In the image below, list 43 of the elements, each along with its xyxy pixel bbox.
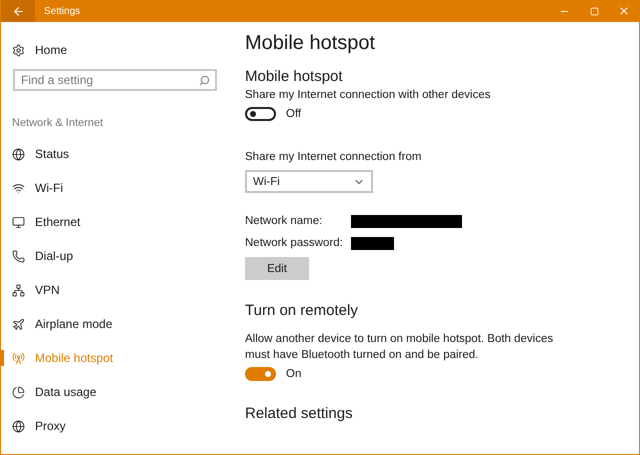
network-icon: [12, 284, 25, 296]
sidebar-item[interactable]: Data usage: [1, 375, 241, 409]
dropdown-label: Share my Internet connection from: [245, 150, 422, 165]
description-text: Share my Internet connection with other devices: [245, 88, 490, 103]
sidebar-item[interactable]: Airplane mode: [1, 307, 241, 341]
airplane-icon: [12, 318, 25, 330]
search-field[interactable]: Find a setting: [13, 69, 217, 91]
sidebar-item[interactable]: Dial-up: [1, 239, 241, 273]
pie-chart-icon: [12, 386, 25, 398]
back-arrow-icon: [12, 4, 24, 18]
radio-tower-icon: [12, 352, 25, 364]
toggle-label: Off: [286, 108, 302, 120]
monitor-icon: [12, 216, 25, 228]
toggle-switch[interactable]: [245, 107, 276, 121]
sidebar-item[interactable]: Wi-Fi: [1, 171, 241, 205]
field-label: Network password:: [245, 236, 344, 251]
toggle-label: On: [286, 368, 302, 380]
connection-dropdown[interactable]: Wi-Fi: [245, 170, 373, 193]
toggle-switch[interactable]: [245, 367, 276, 381]
section-heading: Mobile hotspot: [245, 68, 343, 85]
section-heading: Turn on remotely: [245, 302, 358, 319]
section-label: Network & Internet: [11, 116, 104, 131]
globe-icon: [12, 420, 25, 432]
sidebar-item[interactable]: Proxy: [1, 409, 241, 443]
redaction-bar: [351, 236, 394, 250]
maximize-icon: [590, 6, 598, 16]
search-icon: [199, 75, 210, 86]
back-button[interactable]: [1, 0, 35, 22]
field-label: Network name:: [245, 214, 324, 229]
settings-icon: [12, 44, 25, 56]
wifi-icon: [12, 182, 25, 194]
page-title: Mobile hotspot: [245, 32, 376, 55]
description-text: Allow another device to turn on mobile hotspot. Both devices must have Bluetooth turned on and be paired.: [245, 332, 554, 363]
sidebar-item[interactable]: Status: [1, 137, 241, 171]
edit-button[interactable]: Edit: [245, 257, 309, 280]
home-nav-item[interactable]: Home: [1, 36, 241, 64]
section-heading: Related settings: [245, 405, 353, 422]
globe-icon: [12, 148, 25, 160]
window-title: Settings: [44, 6, 82, 16]
sidebar-item[interactable]: Ethernet: [1, 205, 241, 239]
sidebar-item[interactable]: VPN: [1, 273, 241, 307]
close-icon: [618, 5, 630, 17]
phone-icon: [12, 250, 25, 262]
